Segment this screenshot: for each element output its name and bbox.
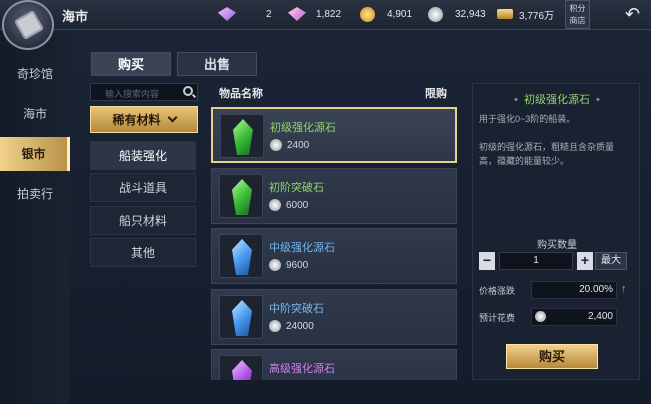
blue-crystal-icon xyxy=(232,239,252,275)
buy-button[interactable]: 购买 xyxy=(506,344,598,369)
chevron-down-icon xyxy=(167,112,177,123)
scroll-icon xyxy=(2,0,54,50)
list-item[interactable]: 高级强化源石 xyxy=(211,349,457,380)
item-icon-frame xyxy=(219,234,263,278)
list-item[interactable]: 中阶突破石 24000 xyxy=(211,289,457,345)
item-price: 9600 xyxy=(286,260,309,271)
estimated-cost-row: 预计花费 2,400 xyxy=(479,308,631,326)
category-other[interactable]: 其他 xyxy=(90,238,196,267)
category-ship-materials[interactable]: 船只材料 xyxy=(90,206,196,235)
green-stone-icon xyxy=(232,179,252,215)
currency-pink-gem[interactable]: 1,822 xyxy=(288,4,341,24)
item-price: 2400 xyxy=(287,140,310,151)
item-name: 高级强化源石 xyxy=(269,363,335,375)
list-item[interactable]: 初级强化源石 2400 xyxy=(211,107,457,163)
category-battle-items[interactable]: 战斗道具 xyxy=(90,173,196,202)
price-change-value: 20.00% xyxy=(579,284,613,295)
points-shop-button[interactable]: 积分商店 xyxy=(565,0,590,29)
filter-label: 稀有材料 xyxy=(112,113,161,127)
item-name: 初级强化源石 xyxy=(270,122,336,134)
item-icon-frame xyxy=(219,295,263,339)
column-item-name: 物品名称 xyxy=(219,88,263,100)
purple-gem-icon xyxy=(218,7,236,21)
gold-ingot-icon xyxy=(497,9,513,19)
list-item[interactable]: 初阶突破石 6000 xyxy=(211,168,457,224)
item-icon-frame xyxy=(220,114,264,158)
list-header: 物品名称 限购 xyxy=(209,83,461,101)
nav-item-paimaihang[interactable]: 拍卖行 xyxy=(0,177,70,211)
currency-silver-coin[interactable]: 32,943 xyxy=(428,4,486,24)
silver-coin-icon xyxy=(428,6,443,22)
detail-usage: 用于强化0~3阶的船装。 xyxy=(479,114,576,124)
silver-coin-icon xyxy=(269,259,281,271)
increase-button[interactable]: + xyxy=(577,252,593,270)
page-title: 海市 xyxy=(62,9,89,24)
purple-crystal-icon xyxy=(232,360,252,380)
quantity-stepper: − 1 + 最大 xyxy=(479,252,635,270)
top-bar: 海市 2 1,822 4,901 32,943 3,776万 积分商店 ↶ xyxy=(0,0,651,30)
price-change-label: 价格涨跌 xyxy=(479,286,516,296)
search-box xyxy=(90,83,198,102)
blue-stone-icon xyxy=(232,300,252,336)
search-input[interactable] xyxy=(91,86,179,102)
max-quantity-button[interactable]: 最大 xyxy=(595,252,627,270)
item-price: 6000 xyxy=(286,200,309,211)
nav-item-yinshi[interactable]: 银市 xyxy=(0,137,70,171)
estimated-cost-label: 预计花费 xyxy=(479,313,516,323)
currency-gold-coin[interactable]: 4,901 xyxy=(360,4,412,24)
silver-coin-icon xyxy=(535,311,546,322)
price-change-row: 价格涨跌 20.00% ↑ xyxy=(479,281,631,299)
item-icon-frame xyxy=(219,355,263,380)
silver-coin-icon xyxy=(269,320,281,332)
currency-gold-ingot[interactable]: 3,776万 xyxy=(497,4,554,24)
nav-item-qizhenguan[interactable]: 奇珍馆 xyxy=(0,57,70,91)
search-icon[interactable] xyxy=(183,86,193,96)
item-name: 中级强化源石 xyxy=(269,242,335,254)
decrease-button[interactable]: − xyxy=(479,252,495,270)
item-price: 24000 xyxy=(286,321,314,332)
arrow-up-icon: ↑ xyxy=(621,283,627,295)
detail-description: 初级的强化源石，粗糙且含杂质量高，蕴藏的能量较少。 xyxy=(479,142,615,166)
item-name: 初阶突破石 xyxy=(269,182,324,194)
category-ship-enhance[interactable]: 船装强化 xyxy=(90,141,196,170)
quantity-label: 购买数量 xyxy=(537,240,577,251)
list-item[interactable]: 中级强化源石 9600 xyxy=(211,228,457,284)
item-detail-panel: 初级强化源石 用于强化0~3阶的船装。 初级的强化源石，粗糙且含杂质量高，蕴藏的… xyxy=(472,83,640,380)
item-icon-frame xyxy=(219,174,263,218)
column-purchase-limit: 限购 xyxy=(425,88,447,100)
currency-purple-gem[interactable]: 2 xyxy=(218,4,272,24)
green-crystal-icon xyxy=(233,119,253,155)
back-arrow-icon[interactable]: ↶ xyxy=(625,5,640,23)
estimated-cost-value: 2,400 xyxy=(587,311,613,322)
gold-coin-icon xyxy=(360,6,375,22)
tab-buy[interactable]: 购买 xyxy=(91,52,171,76)
detail-title: 初级强化源石 xyxy=(473,91,641,107)
pink-gem-icon xyxy=(288,7,306,21)
item-list[interactable]: 初级强化源石 2400 初阶突破石 6000 中级强化源石 9600 中阶突破石… xyxy=(209,104,461,380)
rarity-filter-dropdown[interactable]: 稀有材料 xyxy=(90,106,198,133)
quantity-input[interactable]: 1 xyxy=(499,252,573,270)
silver-coin-icon xyxy=(270,139,282,151)
item-name: 中阶突破石 xyxy=(269,303,324,315)
tab-sell[interactable]: 出售 xyxy=(177,52,257,76)
nav-item-haishi[interactable]: 海市 xyxy=(0,97,70,131)
left-nav: 奇珍馆 海市 银市 拍卖行 xyxy=(0,30,70,404)
silver-coin-icon xyxy=(269,199,281,211)
